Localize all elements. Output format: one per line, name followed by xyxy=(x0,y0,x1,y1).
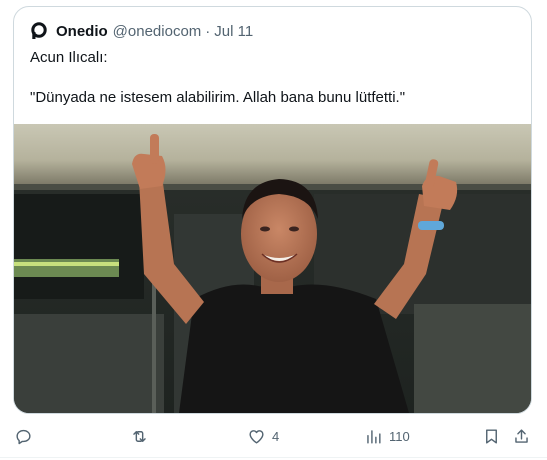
like-button[interactable]: 4 xyxy=(247,418,279,454)
bottom-divider xyxy=(0,457,547,458)
bookmark-icon xyxy=(486,428,497,444)
quoted-tweet-card[interactable]: Onedio @onediocom · Jul 11 Acun Ilıcalı:… xyxy=(13,6,532,414)
like-count: 4 xyxy=(272,428,280,444)
tweet-actions-bar: 4 110 xyxy=(0,418,547,454)
views-count: 110 xyxy=(389,428,410,444)
separator-dot: · xyxy=(205,22,211,40)
tweet-photo[interactable] xyxy=(14,124,531,413)
views-button[interactable]: 110 xyxy=(364,418,410,454)
onedio-logo-icon[interactable] xyxy=(30,22,48,40)
share-icon xyxy=(515,428,528,443)
tweet-date[interactable]: Jul 11 xyxy=(214,23,253,40)
bookmark-button[interactable] xyxy=(482,418,501,454)
views-chart-icon xyxy=(367,429,381,444)
share-button[interactable] xyxy=(512,418,531,454)
reply-icon xyxy=(16,429,31,444)
tweet-text-line-2: "Dünyada ne istesem alabilirim. Allah ba… xyxy=(30,89,406,106)
heart-icon xyxy=(249,429,264,444)
retweet-button[interactable] xyxy=(130,418,149,454)
tweet-text-line-1: Acun Ilıcalı: xyxy=(30,49,108,66)
retweet-icon xyxy=(133,430,146,442)
user-handle[interactable]: @onediocom xyxy=(113,23,202,40)
reply-button[interactable] xyxy=(14,418,33,454)
display-name[interactable]: Onedio xyxy=(56,23,108,40)
tweet-header: Onedio @onediocom · Jul 11 xyxy=(30,21,253,41)
